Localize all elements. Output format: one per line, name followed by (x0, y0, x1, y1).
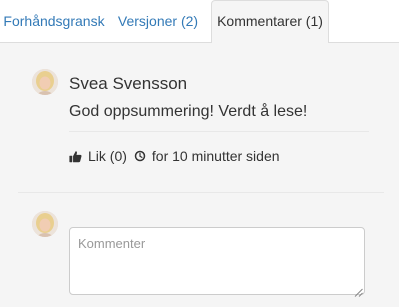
thumbs-up-icon (69, 150, 82, 163)
comment-author: Svea Svensson (69, 74, 188, 93)
comment-text: God oppsummering! Verdt å lese! (69, 103, 308, 120)
comments-panel: Svea Svensson God oppsummering! Verdt å … (0, 43, 399, 307)
resize-grip-icon[interactable] (354, 284, 363, 297)
clock-icon (134, 150, 146, 162)
author-avatar (32, 69, 58, 95)
section-divider (18, 192, 384, 193)
like-button[interactable]: Lik (0) (69, 148, 127, 164)
comment-tabs: Forhåndsgransk Versjoner (2) Kommentarer… (0, 0, 399, 44)
tab-preview[interactable]: Forhåndsgransk (0, 0, 108, 43)
tab-comments[interactable]: Kommentarer (1) (211, 0, 329, 44)
current-user-avatar (32, 211, 58, 237)
tab-versions[interactable]: Versjoner (2) (110, 0, 206, 43)
comment-input[interactable] (69, 227, 365, 295)
comment-timestamp: for 10 minutter siden (151, 148, 280, 164)
comment-meta: Lik (0) for 10 minutter siden (69, 147, 280, 165)
like-label: Lik (0) (88, 148, 127, 164)
comment-divider (69, 131, 369, 132)
